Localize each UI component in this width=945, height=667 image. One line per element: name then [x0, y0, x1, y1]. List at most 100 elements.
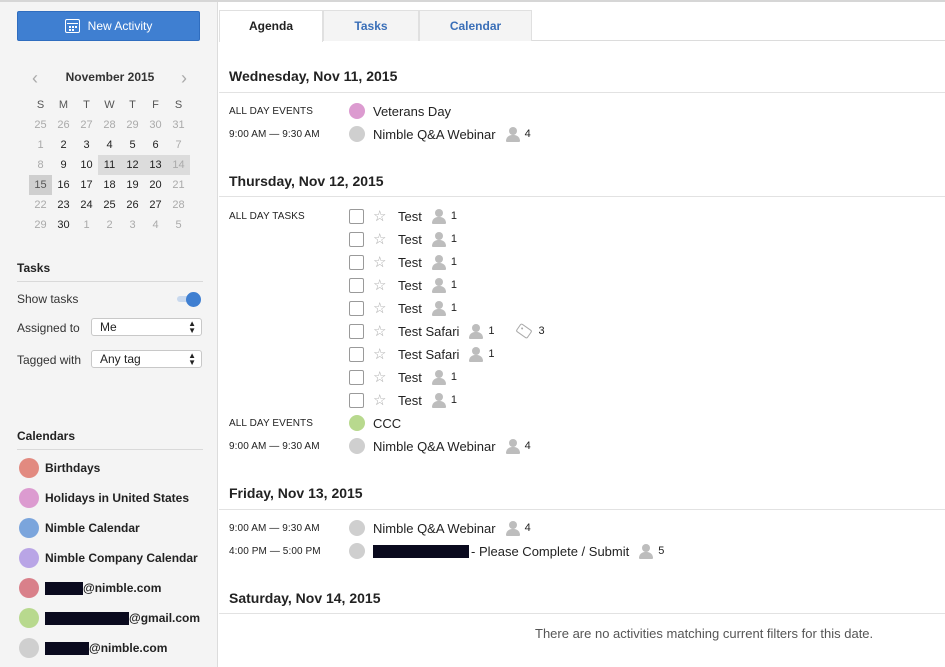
- calendar-item-nimble-company[interactable]: Nimble Company Calendar: [19, 547, 198, 569]
- task-checkbox[interactable]: [349, 323, 364, 339]
- task-title[interactable]: Test: [398, 232, 422, 247]
- calendar-item-nimble-user-2[interactable]: @nimble.com: [19, 637, 167, 659]
- calendar-day-selected[interactable]: 13: [144, 155, 167, 175]
- calendar-day[interactable]: 6: [144, 135, 167, 155]
- calendar-item-birthdays[interactable]: Birthdays: [19, 457, 100, 479]
- calendar-item-nimble[interactable]: Nimble Calendar: [19, 517, 140, 539]
- calendar-day[interactable]: 21: [167, 175, 190, 195]
- calendar-item-nimble-user[interactable]: @nimble.com: [19, 577, 161, 599]
- calendar-day[interactable]: 22: [29, 195, 52, 215]
- event-item[interactable]: CCC: [349, 413, 401, 433]
- calendar-day[interactable]: 30: [144, 115, 167, 135]
- calendar-day[interactable]: 30: [52, 215, 75, 235]
- calendar-day[interactable]: 5: [167, 215, 190, 235]
- calendar-day[interactable]: 2: [52, 135, 75, 155]
- calendar-day[interactable]: 7: [167, 135, 190, 155]
- calendar-day[interactable]: 31: [167, 115, 190, 135]
- calendar-day[interactable]: 25: [98, 195, 121, 215]
- calendar-day[interactable]: 3: [121, 215, 144, 235]
- task-checkbox[interactable]: [349, 300, 364, 316]
- calendar-day[interactable]: 10: [75, 155, 98, 175]
- star-icon[interactable]: ☆: [373, 278, 389, 293]
- star-icon[interactable]: ☆: [373, 255, 389, 270]
- calendar-day[interactable]: 4: [144, 215, 167, 235]
- star-icon[interactable]: ☆: [373, 324, 389, 339]
- calendar-day[interactable]: 8: [29, 155, 52, 175]
- calendar-week: 25 26 27 28 29 30 31: [29, 115, 190, 135]
- weekday-header-row: S M T W T F S: [29, 95, 190, 115]
- calendar-day[interactable]: 26: [52, 115, 75, 135]
- person-icon: [639, 543, 654, 559]
- calendar-day[interactable]: 5: [121, 135, 144, 155]
- calendar-day-selected[interactable]: 14: [167, 155, 190, 175]
- next-month-button[interactable]: ›: [174, 68, 194, 88]
- weekday-header: F: [152, 99, 159, 111]
- attendee-count: 5: [658, 545, 665, 557]
- star-icon[interactable]: ☆: [373, 232, 389, 247]
- calendar-day-selected[interactable]: 12: [121, 155, 144, 175]
- task-checkbox[interactable]: [349, 392, 364, 408]
- star-icon[interactable]: ☆: [373, 209, 389, 224]
- calendar-day[interactable]: 9: [52, 155, 75, 175]
- calendar-day[interactable]: 16: [52, 175, 75, 195]
- calendar-day-selected[interactable]: 11: [98, 155, 121, 175]
- event-item[interactable]: Veterans Day: [349, 101, 451, 121]
- task-title[interactable]: Test: [398, 301, 422, 316]
- star-icon[interactable]: ☆: [373, 370, 389, 385]
- star-icon[interactable]: ☆: [373, 301, 389, 316]
- calendar-day[interactable]: 2: [98, 215, 121, 235]
- calendar-item-label: Nimble Calendar: [45, 521, 140, 535]
- task-title[interactable]: Test: [398, 278, 422, 293]
- task-checkbox[interactable]: [349, 254, 364, 270]
- calendar-day[interactable]: 26: [121, 195, 144, 215]
- event-item[interactable]: Nimble Q&A Webinar 4: [349, 436, 531, 456]
- tagged-with-select[interactable]: Any tag ▲ ▼: [91, 350, 202, 368]
- all-day-events-label: ALL DAY EVENTS: [229, 106, 314, 117]
- task-checkbox[interactable]: [349, 369, 364, 385]
- calendar-day[interactable]: 1: [29, 135, 52, 155]
- task-checkbox[interactable]: [349, 277, 364, 293]
- event-item[interactable]: Nimble Q&A Webinar 4: [349, 518, 531, 538]
- calendar-day[interactable]: 4: [98, 135, 121, 155]
- redacted-text: [45, 612, 129, 626]
- calendar-day[interactable]: 28: [98, 115, 121, 135]
- calendar-day[interactable]: 20: [144, 175, 167, 195]
- calendar-day[interactable]: 24: [75, 195, 98, 215]
- calendar-day[interactable]: 28: [167, 195, 190, 215]
- calendar-day-today[interactable]: 15: [29, 175, 52, 195]
- calendar-day[interactable]: 27: [75, 115, 98, 135]
- tab-agenda[interactable]: Agenda: [219, 10, 323, 42]
- calendar-item-holidays[interactable]: Holidays in United States: [19, 487, 189, 509]
- calendar-day[interactable]: 25: [29, 115, 52, 135]
- show-tasks-toggle[interactable]: [177, 292, 201, 307]
- calendar-item-gmail[interactable]: @gmail.com: [19, 607, 200, 629]
- task-title[interactable]: Test: [398, 370, 422, 385]
- tab-calendar[interactable]: Calendar: [419, 10, 532, 41]
- event-item[interactable]: - Please Complete / Submit 5: [349, 541, 664, 561]
- person-icon: [469, 346, 484, 362]
- task-title[interactable]: Test Safari: [398, 324, 459, 339]
- calendar-day[interactable]: 19: [121, 175, 144, 195]
- star-icon[interactable]: ☆: [373, 393, 389, 408]
- calendar-day[interactable]: 29: [121, 115, 144, 135]
- task-title[interactable]: Test Safari: [398, 347, 459, 362]
- assignee-count: 1: [450, 256, 457, 268]
- calendar-day[interactable]: 29: [29, 215, 52, 235]
- calendar-day[interactable]: 3: [75, 135, 98, 155]
- task-title[interactable]: Test: [398, 255, 422, 270]
- task-checkbox[interactable]: [349, 231, 364, 247]
- calendar-day[interactable]: 17: [75, 175, 98, 195]
- star-icon[interactable]: ☆: [373, 347, 389, 362]
- new-activity-button[interactable]: New Activity: [17, 11, 200, 41]
- calendar-day[interactable]: 23: [52, 195, 75, 215]
- assigned-to-select[interactable]: Me ▲ ▼: [91, 318, 202, 336]
- task-checkbox[interactable]: [349, 208, 364, 224]
- calendar-day[interactable]: 18: [98, 175, 121, 195]
- calendar-day[interactable]: 1: [75, 215, 98, 235]
- calendar-day[interactable]: 27: [144, 195, 167, 215]
- task-title[interactable]: Test: [398, 393, 422, 408]
- task-title[interactable]: Test: [398, 209, 422, 224]
- tab-tasks[interactable]: Tasks: [323, 10, 419, 41]
- event-item[interactable]: Nimble Q&A Webinar 4: [349, 124, 531, 144]
- task-checkbox[interactable]: [349, 346, 364, 362]
